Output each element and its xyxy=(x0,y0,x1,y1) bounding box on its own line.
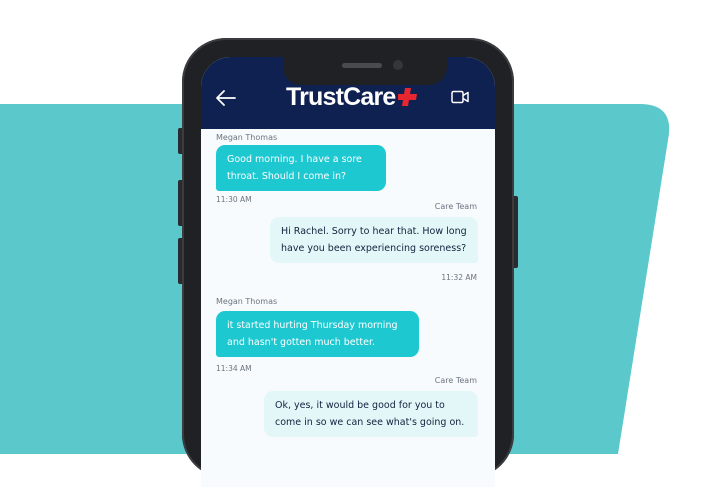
message-timestamp: 11:32 AM xyxy=(441,273,477,282)
incoming-message-bubble: Good morning. I have a sore throat. Shou… xyxy=(216,145,386,191)
trustcare-logo: TrustCare xyxy=(286,83,418,111)
speaker-grille xyxy=(342,63,382,68)
message-timestamp: 11:34 AM xyxy=(216,364,252,373)
phone-screen: TrustCare Megan Thomas Good morning. I h… xyxy=(201,57,495,487)
outgoing-message-bubble: Ok, yes, it would be good for you to com… xyxy=(264,391,478,437)
red-plus-icon xyxy=(397,88,417,106)
front-camera xyxy=(393,60,403,70)
message-sender: Megan Thomas xyxy=(216,133,278,142)
brand-name: TrustCare xyxy=(286,82,396,111)
incoming-message-bubble: it started hurting Thursday morning and … xyxy=(216,311,419,357)
video-camera-icon[interactable] xyxy=(451,90,469,104)
message-sender: Megan Thomas xyxy=(216,297,278,306)
message-timestamp: 11:30 AM xyxy=(216,195,252,204)
back-arrow-icon[interactable] xyxy=(215,89,237,107)
outgoing-message-bubble: Hi Rachel. Sorry to hear that. How long … xyxy=(270,217,478,263)
phone-frame: TrustCare Megan Thomas Good morning. I h… xyxy=(182,38,514,487)
message-sender: Care Team xyxy=(434,202,477,211)
message-sender: Care Team xyxy=(434,376,477,385)
chat-thread: Megan Thomas Good morning. I have a sore… xyxy=(201,129,495,487)
phone-notch xyxy=(283,57,447,85)
